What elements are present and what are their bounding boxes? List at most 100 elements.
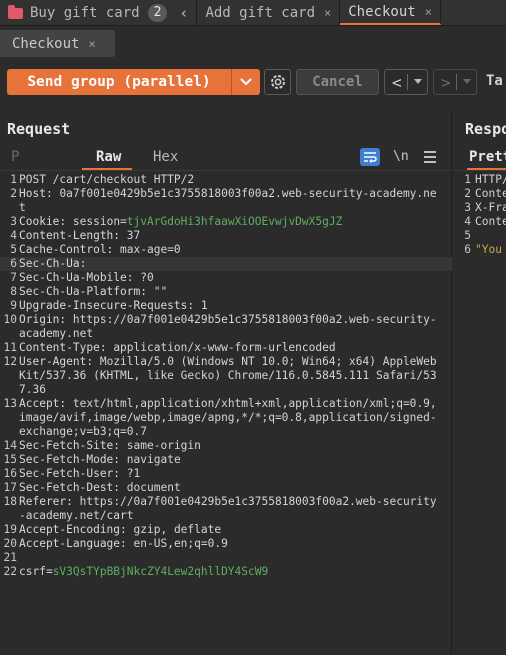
header-value: application/x-www-form-urlencoded [113, 341, 336, 354]
editor-line: 11 Content-Type: application/x-www-form-u… [0, 341, 452, 355]
hamburger-menu-icon[interactable] [424, 151, 436, 163]
line-text: Content-Type: text/html [475, 215, 506, 228]
line-number: 10 [3, 313, 17, 326]
header-name: User-Agent: [19, 355, 94, 368]
header-name: Sec-Ch-Ua-Platform: [19, 285, 147, 298]
line-number: 1 [464, 173, 471, 186]
line-number: 9 [10, 299, 17, 312]
editor-line: 17 Sec-Fetch-Dest: document [0, 481, 452, 495]
editor-line: 7 Sec-Ch-Ua-Mobile: ?0 [0, 271, 452, 285]
active-tab-indicator [82, 168, 132, 170]
editor-line: 5 [455, 229, 506, 243]
editor-line: 4 Content-Type: text/html [455, 215, 506, 229]
tab-checkout[interactable]: Checkout × [340, 0, 441, 25]
show-newlines-button[interactable]: \n [393, 149, 409, 164]
line-number: 2 [464, 187, 471, 200]
editor-line: 9 Upgrade-Insecure-Requests: 1 [0, 299, 452, 313]
editor-line: 2 Host: 0a7f001e0429b5e1c3755818003f00a2.… [0, 187, 452, 215]
line-number: 11 [3, 341, 17, 354]
header-line: Sec-Ch-Ua-Platform: "" [19, 285, 441, 299]
tab-pretty[interactable]: Pretty [469, 149, 506, 165]
divider [456, 74, 458, 90]
line-number: 13 [3, 397, 17, 410]
header-name: Host: [19, 187, 53, 200]
chevron-down-icon [240, 78, 252, 86]
chevron-down-icon [462, 79, 471, 84]
tab-pretty[interactable]: P [11, 149, 19, 165]
send-group-button[interactable]: Send group (parallel) [7, 69, 231, 95]
line-text: Content-Length: 0 [475, 187, 506, 200]
header-line: Sec-Fetch-Mode: navigate [19, 453, 441, 467]
header-value: max-age=0 [120, 243, 181, 256]
line-number: 6 [464, 243, 471, 256]
editor-line: 14 Sec-Fetch-Site: same-origin [0, 439, 452, 453]
cookie-value: tjvArGdoHi3hfaawXiOOEvwjvDwX5gJZ [126, 215, 343, 228]
tab-raw[interactable]: Raw [96, 149, 121, 165]
header-value: navigate [126, 453, 181, 466]
line-number: 16 [3, 467, 17, 480]
line-number: 12 [3, 355, 17, 368]
line-number: 20 [3, 537, 17, 550]
header-line: Cookie: session=tjvArGdoHi3hfaawXiOOEvwj… [19, 215, 441, 229]
collapse-arrow-icon[interactable]: ‹ [179, 4, 188, 22]
editor-line: 12 User-Agent: Mozilla/5.0 (Windows NT 10… [0, 355, 452, 397]
tab-buy-gift-card[interactable]: Buy gift card 2 ‹ [0, 0, 198, 25]
response-title: Response [465, 120, 506, 138]
folder-icon [8, 5, 23, 19]
header-line: Content-Type: application/x-www-form-url… [19, 341, 441, 355]
cookie-name: session= [72, 215, 127, 228]
editor-line: 1 HTTP/2 303 See Other [455, 173, 506, 187]
param-name: csrf= [19, 565, 53, 578]
editor-line: 3 X-Frame-Options: SAMEORIGIN [455, 201, 506, 215]
header-line: Sec-Ch-Ua-Mobile: ?0 [19, 271, 441, 285]
cancel-button[interactable]: Cancel [296, 69, 379, 95]
target-label[interactable]: Ta [486, 73, 503, 89]
chevron-down-icon [413, 79, 422, 84]
request-editor[interactable]: 1 POST /cart/checkout HTTP/2 2 Host: 0a7f0… [0, 173, 452, 655]
header-name: Sec-Ch-Ua: [19, 257, 87, 270]
settings-button[interactable] [264, 69, 291, 95]
header-value: en-US,en;q=0.9 [133, 537, 228, 550]
header-line: Upgrade-Insecure-Requests: 1 [19, 299, 441, 313]
close-icon[interactable]: × [324, 6, 331, 20]
header-value: text/html,application/xhtml+xml,applicat… [19, 397, 437, 438]
word-wrap-button[interactable] [360, 148, 380, 166]
header-line: Sec-Ch-Ua: [19, 257, 441, 271]
line-number: 14 [3, 439, 17, 452]
body-line: csrf=sV3QsTYpBBjNkcZY4Lew2qhllDY4ScW9 [19, 565, 441, 579]
close-icon[interactable]: × [88, 37, 95, 51]
header-name: Accept: [19, 397, 67, 410]
header-line: Accept: text/html,application/xhtml+xml,… [19, 397, 441, 439]
line-number: 3 [464, 201, 471, 214]
header-value: 1 [200, 299, 208, 312]
tab-add-gift-card[interactable]: Add gift card × [197, 0, 341, 25]
editor-line-highlighted: 6 Sec-Ch-Ua: [0, 257, 452, 271]
tab-label: Add gift card [205, 4, 316, 21]
editor-line: 6 "You [455, 243, 506, 257]
response-editor[interactable]: 1 HTTP/2 303 See Other 2 Content-Length: 0… [455, 173, 506, 257]
line-number: 21 [3, 551, 17, 564]
send-options-dropdown[interactable] [231, 69, 260, 95]
header-value: same-origin [126, 439, 201, 452]
editor-line: 2 Content-Length: 0 [455, 187, 506, 201]
line-number: 5 [10, 243, 17, 256]
tab-hex[interactable]: Hex [153, 149, 178, 165]
close-icon[interactable]: × [425, 5, 432, 19]
request-view-tabs: P Raw Hex \n [0, 147, 452, 171]
line-number: 7 [10, 271, 17, 284]
editor-line: 15 Sec-Fetch-Mode: navigate [0, 453, 452, 467]
header-name: Content-Type: [19, 341, 107, 354]
history-forward-button[interactable]: > [433, 69, 477, 95]
header-value: 37 [126, 229, 141, 242]
wrap-icon [364, 152, 377, 163]
toolbar: Send group (parallel) Cancel < > Ta [0, 66, 506, 98]
subtab-checkout[interactable]: Checkout × [0, 30, 115, 57]
header-name: Referer: [19, 495, 73, 508]
line-number: 15 [3, 453, 17, 466]
csrf-token-value: sV3QsTYpBBjNkcZY4Lew2qhllDY4ScW9 [52, 565, 269, 578]
header-value: ?0 [140, 271, 154, 284]
line-number: 8 [10, 285, 17, 298]
history-back-button[interactable]: < [384, 69, 428, 95]
header-line: Origin: https://0a7f001e0429b5e1c3755818… [19, 313, 441, 341]
